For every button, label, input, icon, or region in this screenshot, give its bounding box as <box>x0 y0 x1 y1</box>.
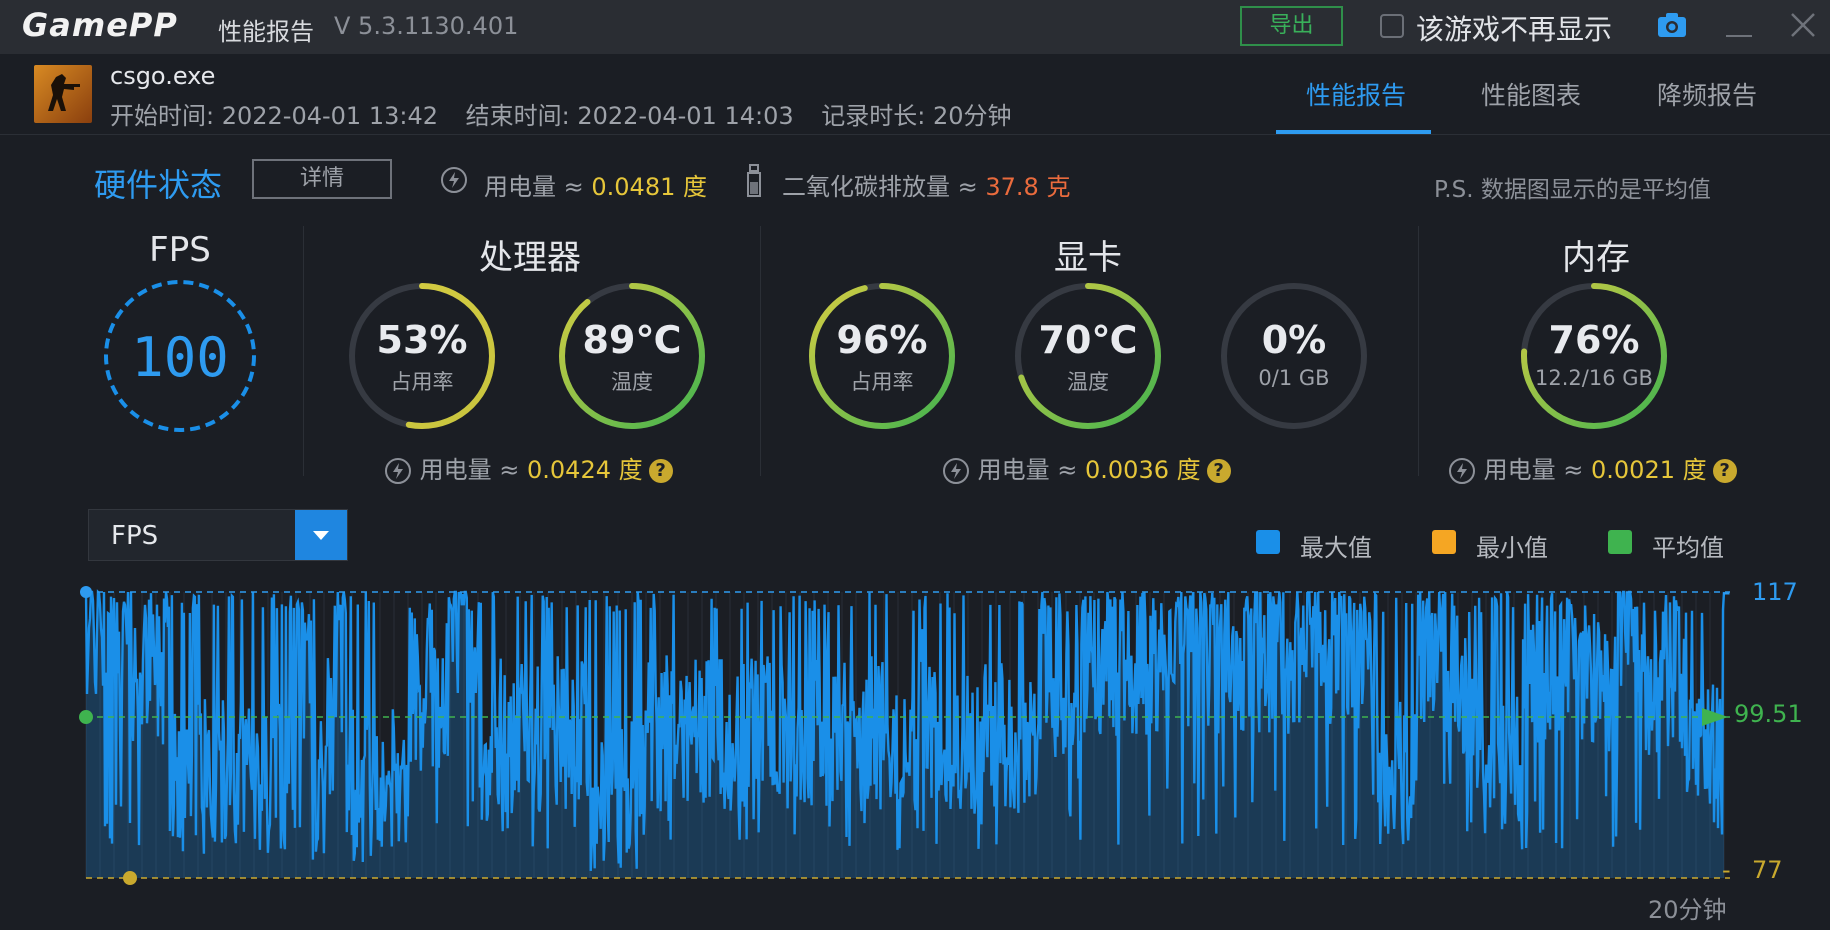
cpu-temp-gauge: 89℃ 温度 <box>556 280 708 432</box>
cpu-temp-value: 89℃ <box>582 318 682 362</box>
y-max-label: 117 <box>1752 578 1798 606</box>
chevron-down-icon <box>313 531 329 540</box>
memory-title: 内存 <box>1562 238 1630 278</box>
start-time: 开始时间: 2022-04-01 13:42 <box>110 102 438 130</box>
cpu-title: 处理器 <box>479 238 581 278</box>
gpu-power: 用电量 ≈ 0.0036 度? <box>942 450 1231 485</box>
app-title: 性能报告 <box>218 18 314 46</box>
gpu-temp-label: 温度 <box>1067 370 1109 394</box>
header-divider <box>0 134 1830 135</box>
power-icon <box>385 458 411 484</box>
average-note: P.S. 数据图显示的是平均值 <box>1434 177 1711 203</box>
gpu-temp-gauge: 70℃ 温度 <box>1012 280 1164 432</box>
title-bar: GamePP 性能报告 V 5.3.1130.401 导出 该游戏不再显示 <box>0 0 1830 54</box>
cpu-power-value: 0.0424 度 <box>527 456 643 484</box>
metric-select-value: FPS <box>111 521 159 551</box>
minimize-icon[interactable] <box>1722 10 1756 44</box>
power-icon <box>441 167 467 193</box>
memory-usage-value: 76% <box>1548 318 1640 362</box>
camera-icon[interactable] <box>1657 12 1687 38</box>
gpu-vram-label: 0/1 GB <box>1258 366 1330 390</box>
metric-select[interactable]: FPS <box>88 509 348 561</box>
end-time: 结束时间: 2022-04-01 14:03 <box>465 102 794 130</box>
tab-performance-chart[interactable]: 性能图表 <box>1481 76 1581 112</box>
help-icon[interactable]: ? <box>648 459 673 483</box>
fps-title: FPS <box>149 230 211 270</box>
legend-avg-swatch <box>1608 530 1632 554</box>
help-icon[interactable]: ? <box>1206 459 1231 483</box>
tab-performance-report[interactable]: 性能报告 <box>1306 76 1406 112</box>
y-avg-label: 99.51 <box>1734 700 1803 728</box>
section-divider <box>303 226 304 476</box>
y-min-tick: - <box>1722 856 1731 884</box>
power-icon <box>1449 458 1475 484</box>
section-divider <box>1418 226 1419 476</box>
hide-game-checkbox[interactable] <box>1380 14 1404 38</box>
gpu-vram-gauge: 0% 0/1 GB <box>1218 280 1370 432</box>
section-divider <box>760 226 761 476</box>
game-exe-name: csgo.exe <box>110 62 216 90</box>
cpu-usage-value: 53% <box>376 318 468 362</box>
max-marker <box>80 586 92 598</box>
close-icon[interactable] <box>1786 8 1820 42</box>
app-version: V 5.3.1130.401 <box>334 12 519 40</box>
gpu-temp-value: 70℃ <box>1038 318 1138 362</box>
details-button[interactable]: 详情 <box>252 159 392 199</box>
fps-chart <box>79 586 1730 885</box>
power-icon <box>943 458 969 484</box>
hardware-status-title: 硬件状态 <box>94 166 223 204</box>
memory-power-value: 0.0021 度 <box>1591 456 1707 484</box>
gpu-power-value: 0.0036 度 <box>1085 456 1201 484</box>
memory-power: 用电量 ≈ 0.0021 度? <box>1448 450 1737 485</box>
hide-game-label[interactable]: 该游戏不再显示 <box>1416 8 1612 48</box>
cpu-usage-label: 占用率 <box>390 370 454 394</box>
legend-max-swatch <box>1256 530 1280 554</box>
cpu-usage-gauge: 53% 占用率 <box>346 280 498 432</box>
export-button[interactable]: 导出 <box>1240 6 1343 46</box>
memory-usage-label: 12.2/16 GB <box>1535 366 1653 390</box>
help-icon[interactable]: ? <box>1712 459 1737 483</box>
x-end-label: 20分钟 <box>1648 896 1727 924</box>
gpu-vram-value: 0% <box>1261 318 1327 362</box>
gamepp-logo: GamePP <box>22 6 178 44</box>
y-min-label: 77 <box>1752 856 1783 884</box>
legend-min-swatch <box>1432 530 1456 554</box>
min-marker <box>123 871 137 885</box>
metric-select-button[interactable] <box>295 510 347 560</box>
fps-gauge: 100 <box>102 278 258 434</box>
cpu-temp-label: 温度 <box>611 370 653 394</box>
record-duration: 记录时长: 20分钟 <box>821 102 1012 130</box>
co2-emission: 二氧化碳排放量 ≈ 37.8 克 <box>782 173 1071 201</box>
avg-marker <box>79 710 93 725</box>
co2-bottle-icon <box>747 164 761 197</box>
cpu-power: 用电量 ≈ 0.0424 度? <box>384 450 673 485</box>
total-power: 用电量 ≈ 0.0481 度 <box>484 173 707 201</box>
y-max-tick: - <box>1722 578 1731 606</box>
memory-usage-gauge: 76% 12.2/16 GB <box>1518 280 1670 432</box>
fps-value: 100 <box>131 326 229 389</box>
gpu-title: 显卡 <box>1054 238 1122 278</box>
tab-throttle-report[interactable]: 降频报告 <box>1657 76 1757 112</box>
total-power-value: 0.0481 度 <box>591 173 707 201</box>
game-icon <box>34 65 92 123</box>
gpu-usage-gauge: 96% 占用率 <box>806 280 958 432</box>
co2-value: 37.8 克 <box>985 173 1071 201</box>
session-times: 开始时间: 2022-04-01 13:42 结束时间: 2022-04-01 … <box>110 96 1032 131</box>
gpu-usage-label: 占用率 <box>850 370 914 394</box>
gpu-usage-value: 96% <box>836 318 928 362</box>
